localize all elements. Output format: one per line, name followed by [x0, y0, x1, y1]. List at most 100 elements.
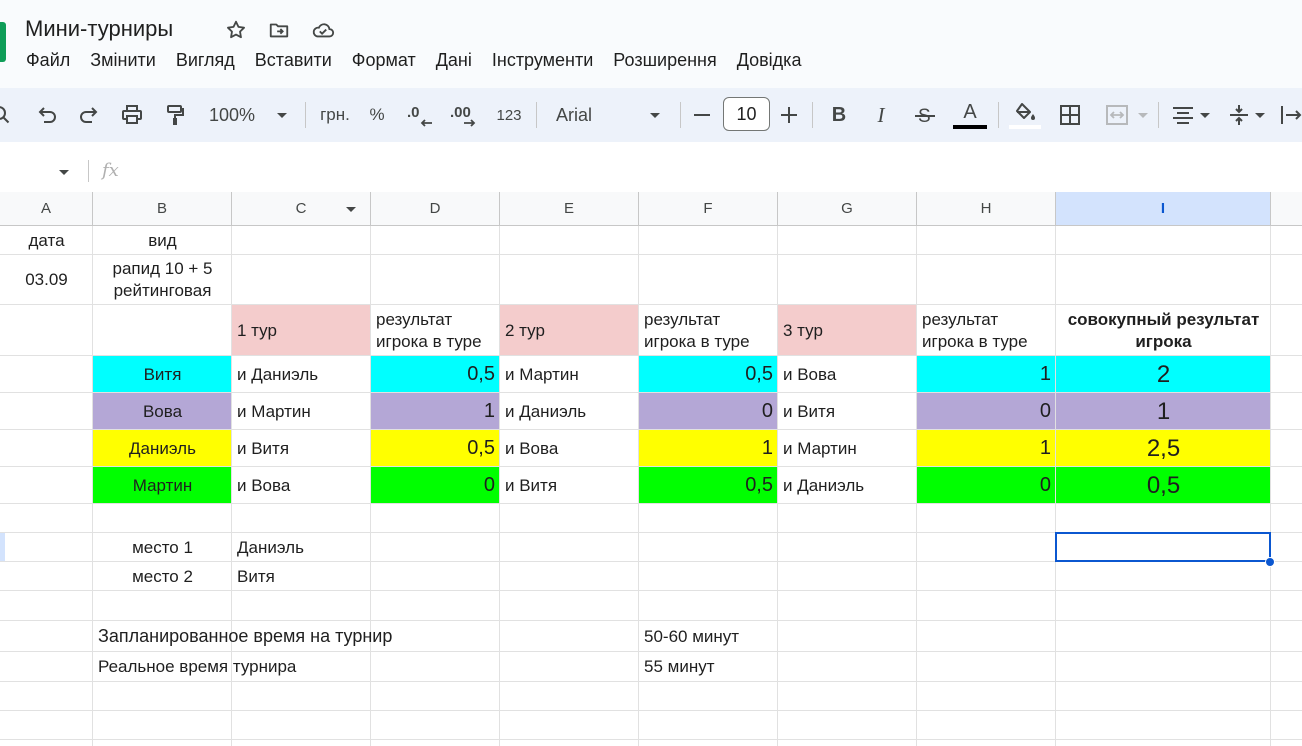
- player-name-cell[interactable]: Мартин: [93, 467, 232, 504]
- place-label-cell[interactable]: место 2: [93, 562, 232, 591]
- zoom-select[interactable]: 100%: [200, 88, 296, 142]
- planned-time-value[interactable]: 50-60 минут: [639, 621, 778, 652]
- increase-decimal-button[interactable]: .00: [447, 88, 481, 142]
- name-box[interactable]: [0, 150, 80, 192]
- bold-button[interactable]: B: [826, 88, 852, 142]
- round1-result-cell[interactable]: 0,5: [371, 430, 500, 467]
- more-formats-button[interactable]: 123: [492, 88, 526, 142]
- column-header-a[interactable]: A: [0, 192, 93, 226]
- round1-result-cell[interactable]: 0: [371, 467, 500, 504]
- round3-result-cell[interactable]: 0: [917, 467, 1056, 504]
- total-result-cell[interactable]: 2,5: [1056, 430, 1271, 467]
- document-title[interactable]: Мини-турниры: [25, 16, 173, 42]
- planned-time-label[interactable]: Запланированное время на турнир: [93, 621, 639, 652]
- round2-opponent-cell[interactable]: и Даниэль: [500, 393, 639, 430]
- font-size-input[interactable]: 10: [723, 97, 770, 131]
- column-header-f[interactable]: F: [639, 192, 778, 226]
- column-header-b[interactable]: B: [93, 192, 232, 226]
- cell-g3-round3[interactable]: 3 тур: [778, 305, 917, 356]
- round3-opponent-cell[interactable]: и Мартин: [778, 430, 917, 467]
- round1-opponent-cell[interactable]: и Мартин: [232, 393, 371, 430]
- menu-tools[interactable]: Інструменти: [482, 48, 603, 73]
- decrease-font-size-button[interactable]: [690, 88, 714, 142]
- menu-extensions[interactable]: Розширення: [603, 48, 726, 73]
- cell-h3-result-header[interactable]: результат игрока в туре: [917, 305, 1056, 356]
- undo-icon[interactable]: [34, 88, 60, 142]
- round3-result-cell[interactable]: 1: [917, 430, 1056, 467]
- column-header-d[interactable]: D: [371, 192, 500, 226]
- column-header-h[interactable]: H: [917, 192, 1056, 226]
- round3-result-cell[interactable]: 0: [917, 393, 1056, 430]
- round2-result-cell[interactable]: 0: [639, 393, 778, 430]
- menu-edit[interactable]: Змінити: [80, 48, 166, 73]
- real-time-value[interactable]: 55 минут: [639, 652, 778, 682]
- sheets-logo-icon[interactable]: [0, 22, 6, 62]
- font-family-select[interactable]: Arial: [546, 88, 666, 142]
- format-currency-button[interactable]: грн.: [313, 88, 357, 142]
- column-header-i[interactable]: I: [1056, 192, 1271, 226]
- round1-opponent-cell[interactable]: и Витя: [232, 430, 371, 467]
- round2-result-cell[interactable]: 0,5: [639, 356, 778, 393]
- text-wrapping-icon[interactable]: [1280, 88, 1302, 142]
- strikethrough-icon[interactable]: S: [911, 88, 939, 142]
- selected-cell-i10[interactable]: [1055, 532, 1271, 562]
- total-result-cell[interactable]: 0,5: [1056, 467, 1271, 504]
- fill-handle[interactable]: [1265, 557, 1275, 567]
- cell-d3-result-header[interactable]: результат игрока в туре: [371, 305, 500, 356]
- cell-e3-round2[interactable]: 2 тур: [500, 305, 639, 356]
- move-folder-icon[interactable]: [267, 18, 291, 42]
- italic-button[interactable]: I: [868, 88, 894, 142]
- real-time-label[interactable]: Реальное время турнира: [93, 652, 639, 682]
- round2-result-cell[interactable]: 0,5: [639, 467, 778, 504]
- round1-opponent-cell[interactable]: и Вова: [232, 467, 371, 504]
- round1-opponent-cell[interactable]: и Даниэль: [232, 356, 371, 393]
- round2-opponent-cell[interactable]: и Витя: [500, 467, 639, 504]
- round1-result-cell[interactable]: 1: [371, 393, 500, 430]
- column-header-c[interactable]: C: [232, 192, 371, 226]
- print-icon[interactable]: [118, 88, 146, 142]
- search-menus-icon[interactable]: [0, 88, 14, 142]
- total-result-cell[interactable]: 1: [1056, 393, 1271, 430]
- player-name-cell[interactable]: Даниэль: [93, 430, 232, 467]
- player-name-cell[interactable]: Вова: [93, 393, 232, 430]
- horizontal-align-icon[interactable]: [1168, 88, 1214, 142]
- redo-icon[interactable]: [76, 88, 102, 142]
- menu-help[interactable]: Довідка: [727, 48, 812, 73]
- place-name-cell[interactable]: Даниэль: [232, 533, 371, 562]
- cell-c3-round1[interactable]: 1 тур: [232, 305, 371, 356]
- menu-format[interactable]: Формат: [342, 48, 426, 73]
- cloud-saved-icon[interactable]: [311, 18, 335, 42]
- cell-f3-result-header[interactable]: результат игрока в туре: [639, 305, 778, 356]
- menu-data[interactable]: Дані: [426, 48, 482, 73]
- cell-b1[interactable]: вид: [93, 227, 232, 255]
- cell-b2[interactable]: рапид 10 + 5 рейтинговая: [93, 255, 232, 305]
- paint-format-icon[interactable]: [162, 88, 188, 142]
- star-icon[interactable]: [224, 18, 248, 42]
- formula-input[interactable]: [130, 150, 1300, 192]
- menu-view[interactable]: Вигляд: [166, 48, 245, 73]
- menu-insert[interactable]: Вставити: [245, 48, 342, 73]
- place-label-cell[interactable]: место 1: [93, 533, 232, 562]
- format-percent-button[interactable]: %: [364, 88, 390, 142]
- round3-result-cell[interactable]: 1: [917, 356, 1056, 393]
- column-header-j[interactable]: [1271, 192, 1302, 226]
- round3-opponent-cell[interactable]: и Вова: [778, 356, 917, 393]
- vertical-align-icon[interactable]: [1224, 88, 1270, 142]
- round2-opponent-cell[interactable]: и Мартин: [500, 356, 639, 393]
- cell-a2[interactable]: 03.09: [0, 255, 93, 305]
- cell-i3-total-header[interactable]: совокупный результат игрока: [1056, 305, 1271, 356]
- player-name-cell[interactable]: Витя: [93, 356, 232, 393]
- place-name-cell[interactable]: Витя: [232, 562, 371, 591]
- fill-color-icon[interactable]: [1008, 88, 1042, 142]
- decrease-decimal-button[interactable]: .0: [404, 88, 436, 142]
- merge-cells-icon[interactable]: [1100, 88, 1154, 142]
- filter-chevron-icon[interactable]: [346, 207, 356, 212]
- round3-opponent-cell[interactable]: и Даниэль: [778, 467, 917, 504]
- text-color-button[interactable]: A: [952, 88, 988, 142]
- cell-a1[interactable]: дата: [0, 227, 93, 255]
- increase-font-size-button[interactable]: [777, 88, 801, 142]
- column-header-e[interactable]: E: [500, 192, 639, 226]
- round2-result-cell[interactable]: 1: [639, 430, 778, 467]
- round2-opponent-cell[interactable]: и Вова: [500, 430, 639, 467]
- column-header-g[interactable]: G: [778, 192, 917, 226]
